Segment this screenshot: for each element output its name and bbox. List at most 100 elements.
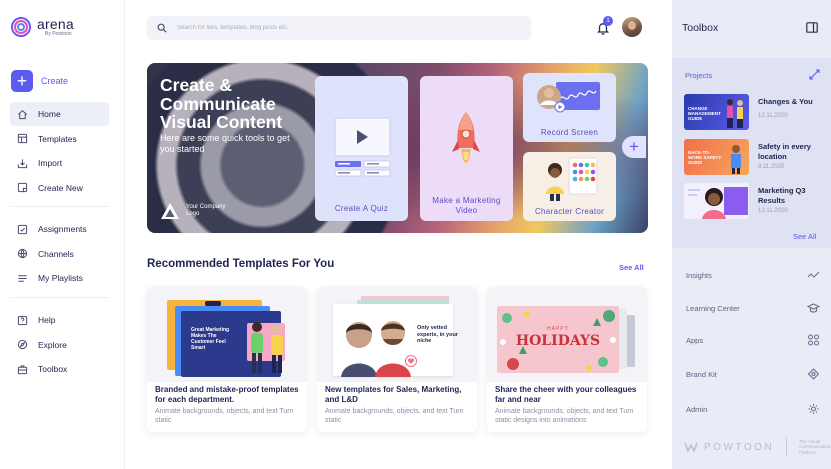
sidebar-item-import[interactable]: Import <box>10 151 109 175</box>
more-tools-plus-button[interactable]: + <box>622 136 646 158</box>
search-bar <box>147 16 531 40</box>
template-card-description: Animate backgrounds, objects, and text T… <box>155 408 294 424</box>
company-logo: Your Company Logo <box>160 202 226 220</box>
sidebar-item-label: Templates <box>38 133 77 144</box>
create-button[interactable]: + Create <box>11 70 68 92</box>
nav-group-content: Assignments Channels My Playlists <box>10 217 109 291</box>
insights-icon <box>807 271 820 278</box>
template-card-description: Animate backgrounds, objects, and text T… <box>325 408 464 424</box>
sidebar-item-label: Toolbox <box>38 364 68 374</box>
project-item[interactable]: Marketing Q3 Results 12.11.2020 <box>684 183 824 221</box>
toolbox-item-apps[interactable]: Apps <box>672 329 831 351</box>
template-card-branded[interactable]: Great Marketing Makes The Customer Feel … <box>147 287 307 432</box>
powtoon-logo-icon <box>684 442 698 453</box>
create-label: Create <box>41 76 69 86</box>
record-screen-label: Record Screen <box>540 128 599 137</box>
sidebar-item-label: Explore <box>38 339 67 350</box>
apps-icon <box>807 334 820 346</box>
toolbox-panel: Toolbox Projects CHANGE MANAGEMENT GUIDE… <box>672 0 831 469</box>
person-photo-illustration <box>688 187 748 219</box>
project-item[interactable]: CHANGE MANAGEMENT GUIDE Changes & You 12… <box>684 94 824 132</box>
template-card-title: Branded and mistake-proof templates for … <box>155 385 299 404</box>
toolbox-item-learning-center[interactable]: Learning Center <box>672 297 831 319</box>
nav-divider <box>10 206 109 207</box>
sidebar-item-assignments[interactable]: Assignments <box>10 217 109 241</box>
projects-edit-icon[interactable] <box>808 68 821 81</box>
character-illustration <box>546 157 598 201</box>
template-card-holidays[interactable]: HAPPY HOLIDAYS Share the cheer with your… <box>487 287 647 432</box>
sidebar-item-explore[interactable]: Explore <box>10 333 109 357</box>
sidebar-item-my-playlists[interactable]: My Playlists <box>10 266 109 290</box>
nav-group-main: Home Templates Import Create New <box>10 102 109 200</box>
recommended-see-all-link[interactable]: See All <box>619 263 644 272</box>
template-card-title: New templates for Sales, Marketing, and … <box>325 385 462 404</box>
sidebar-item-label: Help <box>38 315 56 325</box>
toolbox-item-admin[interactable]: Admin <box>672 398 831 420</box>
panel-collapse-icon[interactable] <box>806 22 818 33</box>
explore-icon <box>17 339 28 350</box>
character-creator-label: Character Creator <box>534 207 605 216</box>
notification-badge: 1 <box>603 16 613 26</box>
project-name: Marketing Q3 Results <box>758 186 806 205</box>
assignments-icon <box>17 224 28 235</box>
template-thumbnail-text: Great Marketing Makes The Customer Feel … <box>191 327 230 351</box>
search-input[interactable] <box>177 25 507 31</box>
powtoon-tagline: The Visual Communication Platform <box>799 438 831 455</box>
project-item[interactable]: BACK-TO-WORK SAFETY GUIDE Safety in ever… <box>684 139 824 177</box>
sidebar-item-help[interactable]: Help <box>10 308 109 332</box>
sidebar-item-label: Home <box>38 109 61 119</box>
hero-banner: Create & Communicate Visual Content Here… <box>147 63 648 233</box>
templates-icon <box>17 133 28 144</box>
nav-group-support: Help Explore Toolbox <box>10 308 109 382</box>
project-thumbnail: BACK-TO-WORK SAFETY GUIDE <box>684 139 749 175</box>
powtoon-footer: POWTOON The Visual Communication Platfor… <box>684 438 831 456</box>
nav-divider <box>10 297 109 298</box>
toolbox-item-insights[interactable]: Insights <box>672 264 831 286</box>
sidebar-item-create-new[interactable]: Create New <box>10 176 109 200</box>
project-thumbnail-text: CHANGE MANAGEMENT GUIDE <box>688 106 721 121</box>
toolbox-item-label: Insights <box>686 270 712 280</box>
template-thumbnail-text: Only vetted experts, in your niche <box>417 325 458 344</box>
project-thumbnail-text: BACK-TO-WORK SAFETY GUIDE <box>688 150 722 165</box>
holiday-small-text: HAPPY <box>547 326 569 332</box>
character-creator-card[interactable]: Character Creator <box>523 152 616 221</box>
toolbox-title: Toolbox <box>682 22 719 34</box>
arena-logo[interactable]: arena By Powtoon <box>11 17 74 37</box>
marketing-video-card[interactable]: Make a Marketing Video <box>420 76 513 221</box>
sidebar-item-channels[interactable]: Channels <box>10 242 109 266</box>
arena-logo-icon <box>11 17 31 37</box>
holidays-card-image: HAPPY HOLIDAYS <box>497 306 619 373</box>
user-avatar[interactable] <box>622 17 642 37</box>
sidebar-item-templates[interactable]: Templates <box>10 127 109 151</box>
toolbox-icon <box>17 364 28 375</box>
toolbox-item-brand-kit[interactable]: Brand Kit <box>672 363 831 385</box>
hero-title: Create & Communicate Visual Content <box>160 75 283 132</box>
template-card-sales-marketing[interactable]: Only vetted experts, in your niche New t… <box>317 287 477 432</box>
create-quiz-card[interactable]: Create A Quiz <box>315 76 408 221</box>
marketing-video-label: Make a Marketing Video <box>432 196 501 215</box>
projects-label[interactable]: Projects <box>685 71 712 80</box>
quiz-illustration <box>334 117 391 177</box>
template-card-title: Share the cheer with your colleagues far… <box>495 385 637 404</box>
record-screen-card[interactable]: Record Screen <box>523 73 616 142</box>
toolbox-item-label: Learning Center <box>686 303 740 313</box>
rocket-icon <box>452 112 480 163</box>
record-screen-illustration <box>537 82 600 113</box>
holiday-big-text: HOLIDAYS <box>515 333 601 349</box>
create-new-icon <box>17 182 28 193</box>
projects-see-all-link[interactable]: See All <box>793 232 816 241</box>
template-thumbnail: Great Marketing Makes The Customer Feel … <box>147 287 307 382</box>
sidebar-item-label: Create New <box>38 182 83 193</box>
playlist-icon <box>17 273 28 284</box>
project-name: Safety in every location <box>758 142 811 161</box>
plus-icon: + <box>11 70 33 92</box>
template-thumbnail: HAPPY HOLIDAYS <box>487 287 647 382</box>
toolbox-item-label: Brand Kit <box>686 369 717 379</box>
sidebar-item-toolbox[interactable]: Toolbox <box>10 357 109 381</box>
people-illustration <box>251 322 283 373</box>
project-name: Changes & You <box>758 97 813 106</box>
project-date: 12.11.2020 <box>758 113 788 119</box>
sidebar-item-home[interactable]: Home <box>10 102 109 126</box>
project-date: 12.11.2020 <box>758 208 788 214</box>
sidebar-item-label: Assignments <box>38 224 87 234</box>
